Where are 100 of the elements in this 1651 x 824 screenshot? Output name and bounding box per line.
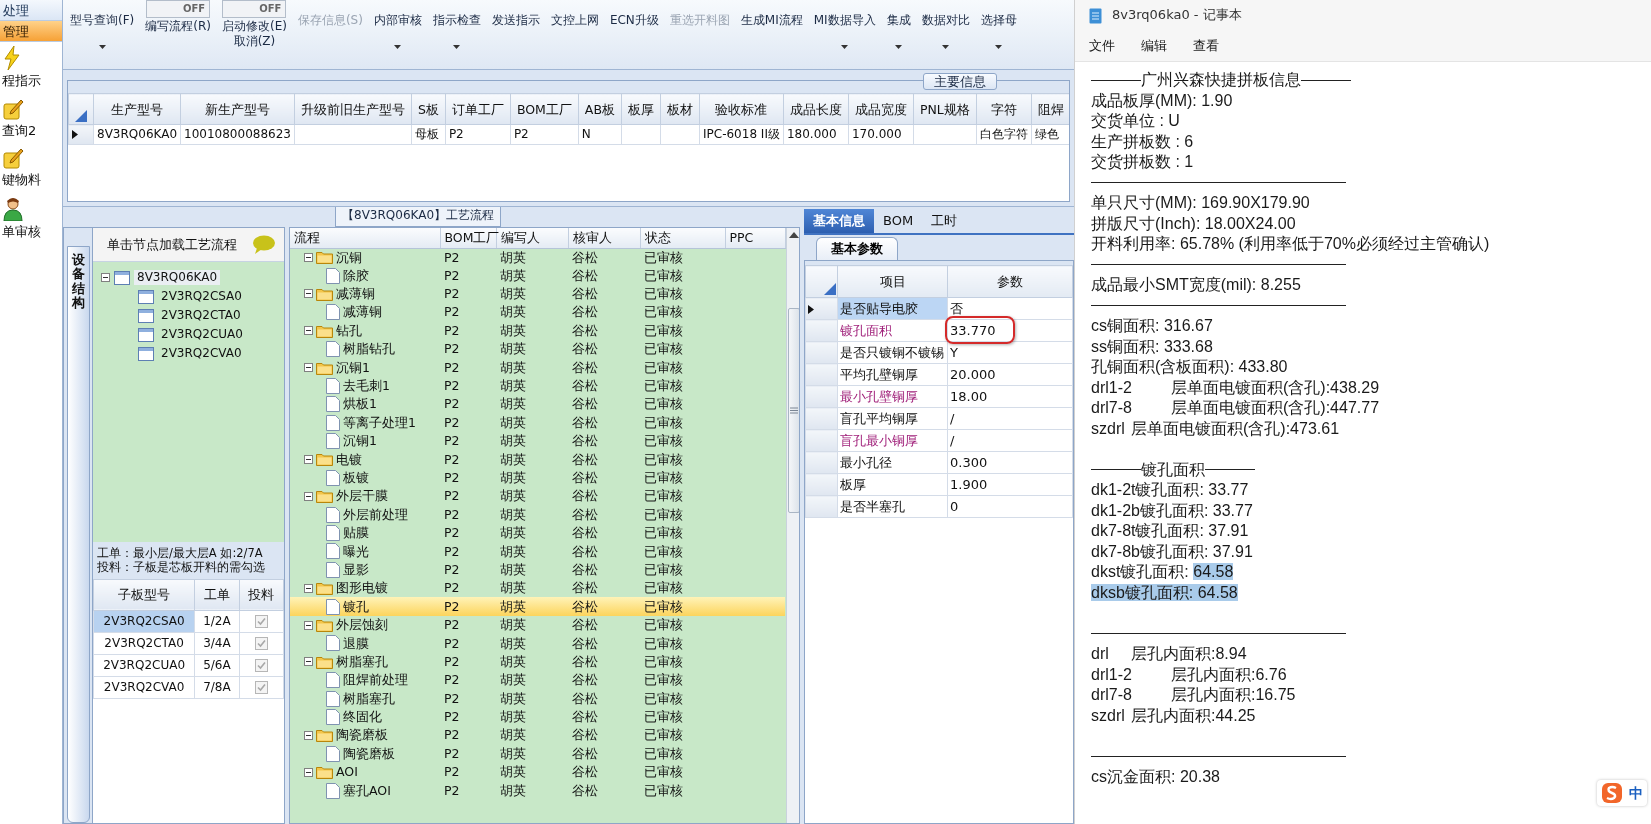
column-header[interactable]: 流程	[290, 228, 440, 248]
toolbar-button[interactable]: 数据对比	[920, 0, 971, 50]
toolbar-button[interactable]: 取消(Z)	[232, 33, 277, 49]
collapse-icon[interactable]	[304, 620, 313, 630]
table-row[interactable]: 沉铜1 P2 胡英 谷松 已审核	[290, 358, 785, 377]
collapse-icon[interactable]	[304, 767, 313, 777]
toolbar-button[interactable]: 指示检查	[431, 0, 482, 50]
column-header[interactable]: 状态	[640, 228, 725, 248]
column-header[interactable]: PNL规格	[913, 93, 977, 125]
sidebar-item[interactable]: 处理	[0, 0, 62, 21]
table-row[interactable]: 外层干膜 P2 胡英 谷松 已审核	[290, 487, 785, 506]
column-header[interactable]: AB板	[578, 93, 622, 125]
tree-node[interactable]: 2V3RQ2CVA0	[158, 346, 245, 361]
sidebar-item[interactable]: 单审核	[0, 192, 62, 245]
toggle-switch[interactable]: OFF	[146, 0, 211, 18]
column-header[interactable]: 板厚	[621, 93, 661, 125]
column-header[interactable]: 订单工厂	[445, 93, 511, 125]
table-row[interactable]: 终固化 P2 胡英 谷松 已审核	[290, 707, 785, 727]
menu-item[interactable]: 文件	[1079, 35, 1125, 56]
table-row[interactable]: 曝光 P2 胡英 谷松 已审核	[290, 542, 785, 561]
toolbar-button[interactable]: 内部审核	[372, 0, 423, 50]
column-header[interactable]: 子板型号	[93, 579, 195, 611]
row-header[interactable]	[68, 124, 94, 145]
sidebar-item[interactable]: 管理	[0, 21, 62, 42]
table-row[interactable]: 板镀 P2 胡英 谷松 已审核	[290, 468, 785, 488]
column-header[interactable]: PPC	[725, 228, 785, 248]
menu-item[interactable]: 查看	[1183, 35, 1229, 56]
table-row[interactable]: 图形电镀 P2 胡英 谷松 已审核	[290, 579, 785, 598]
table-row[interactable]: 沉铜1 P2 胡英 谷松 已审核	[290, 431, 785, 451]
column-header[interactable]: 字符	[976, 93, 1032, 125]
column-header[interactable]: 生产型号	[93, 93, 181, 125]
scroll-up-icon[interactable]	[789, 232, 799, 238]
collapse-icon[interactable]	[304, 583, 313, 593]
collapse-icon[interactable]	[304, 289, 313, 299]
tab[interactable]: 工时	[922, 209, 967, 233]
column-header[interactable]: BOM工厂	[510, 93, 579, 125]
ime-toolbar[interactable]: 中	[1597, 780, 1647, 806]
sidebar-item[interactable]: 键物料	[0, 143, 62, 193]
collapse-icon[interactable]	[304, 252, 313, 262]
table-row[interactable]: 钻孔 P2 胡英 谷松 已审核	[290, 321, 785, 340]
column-header[interactable]: 成品宽度	[848, 93, 914, 125]
column-header[interactable]: 项目	[837, 265, 948, 298]
column-header[interactable]: 板材	[660, 93, 700, 125]
table-row[interactable]: AOI P2 胡英 谷松 已审核	[290, 762, 785, 782]
table-row[interactable]: 减薄铜 P2 胡英 谷松 已审核	[290, 303, 785, 322]
toolbar-button[interactable]: ECN升级	[608, 0, 660, 28]
sidebar-item[interactable]: 程指示	[0, 42, 62, 94]
column-header[interactable]: 阻焊	[1031, 93, 1069, 125]
tab[interactable]: 基本信息	[804, 209, 874, 233]
column-header[interactable]: 升级前旧生产型号	[294, 93, 412, 125]
tree-node[interactable]: 2V3RQ2CSA0	[158, 289, 245, 304]
column-header[interactable]: 新生产型号	[180, 93, 295, 125]
toolbar-button[interactable]: 生成MI流程	[739, 0, 804, 28]
table-row[interactable]: 除胶 P2 胡英 谷松 已审核	[290, 266, 785, 285]
table-row[interactable]: 外层蚀刻 P2 胡英 谷松 已审核	[290, 615, 785, 635]
table-row[interactable]: 电镀 P2 胡英 谷松 已审核	[290, 450, 785, 469]
tree-node[interactable]: 2V3RQ2CUA0	[158, 327, 246, 342]
column-header[interactable]: 投料	[239, 579, 284, 611]
scrollbar-thumb[interactable]	[788, 308, 799, 513]
tree-node[interactable]: 8V3RQ06KA0	[134, 270, 221, 285]
toolbar-button[interactable]: 文控上网	[549, 0, 600, 28]
table-row[interactable]: 镀孔 P2 胡英 谷松 已审核	[290, 597, 785, 616]
table-row[interactable]: 树脂塞孔 P2 胡英 谷松 已审核	[290, 689, 785, 708]
table-row[interactable]: 显影 P2 胡英 谷松 已审核	[290, 560, 785, 580]
table-row[interactable]: 贴膜 P2 胡英 谷松 已审核	[290, 523, 785, 543]
toolbar-button[interactable]: MI数据导入	[812, 0, 877, 50]
collapse-icon[interactable]	[304, 730, 313, 740]
table-row[interactable]: 退膜 P2 胡英 谷松 已审核	[290, 634, 785, 653]
tab[interactable]: 基本参数	[816, 237, 898, 260]
table-row[interactable]: 去毛刺1 P2 胡英 谷松 已审核	[290, 376, 785, 396]
table-row[interactable]: 减薄铜 P2 胡英 谷松 已审核	[290, 284, 785, 304]
toolbar-button[interactable]: 集成	[885, 0, 912, 50]
toolbar-button[interactable]: 发送指示	[490, 0, 541, 28]
table-row[interactable]: 等离子处理1 P2 胡英 谷松 已审核	[290, 413, 785, 432]
table-row[interactable]: 树脂塞孔 P2 胡英 谷松 已审核	[290, 652, 785, 671]
table-row[interactable]: 沉铜 P2 胡英 谷松 已审核	[290, 248, 785, 267]
collapse-icon[interactable]	[304, 363, 313, 373]
sidebar-item[interactable]: 查询2	[0, 93, 62, 144]
table-row[interactable]: 陶瓷磨板 P2 胡英 谷松 已审核	[290, 744, 785, 763]
toolbar-button[interactable]: 型号查询(F)	[69, 0, 136, 50]
tree-node[interactable]: 2V3RQ2CTA0	[158, 308, 244, 323]
table-row[interactable]: 烘板1 P2 胡英 谷松 已审核	[290, 395, 785, 414]
collapse-icon[interactable]	[304, 455, 313, 464]
column-header[interactable]: 成品长度	[783, 93, 849, 125]
column-header[interactable]: 参数	[947, 265, 1073, 298]
table-row[interactable]: 陶瓷磨板 P2 胡英 谷松 已审核	[290, 726, 785, 745]
collapse-icon[interactable]	[304, 491, 313, 501]
table-row[interactable]: 阻焊前处理 P2 胡英 谷松 已审核	[290, 671, 785, 690]
column-header[interactable]: 编写人	[496, 228, 568, 248]
menu-item[interactable]: 编辑	[1131, 35, 1177, 56]
column-header[interactable]: 验收标准	[699, 93, 784, 125]
column-header[interactable]: 工单	[194, 579, 240, 611]
toolbar-button[interactable]: 启动修改(E)	[220, 18, 288, 34]
tab[interactable]: BOM	[874, 209, 923, 233]
collapse-icon[interactable]	[304, 326, 313, 336]
table-row[interactable]: 树脂钻孔 P2 胡英 谷松 已审核	[290, 339, 785, 359]
toolbar-button[interactable]: 选择母	[979, 0, 1018, 50]
table-row[interactable]: 外层前处理 P2 胡英 谷松 已审核	[290, 505, 785, 524]
vertical-tab[interactable]: 设备结构	[66, 246, 90, 823]
column-header[interactable]: 核审人	[568, 228, 640, 248]
